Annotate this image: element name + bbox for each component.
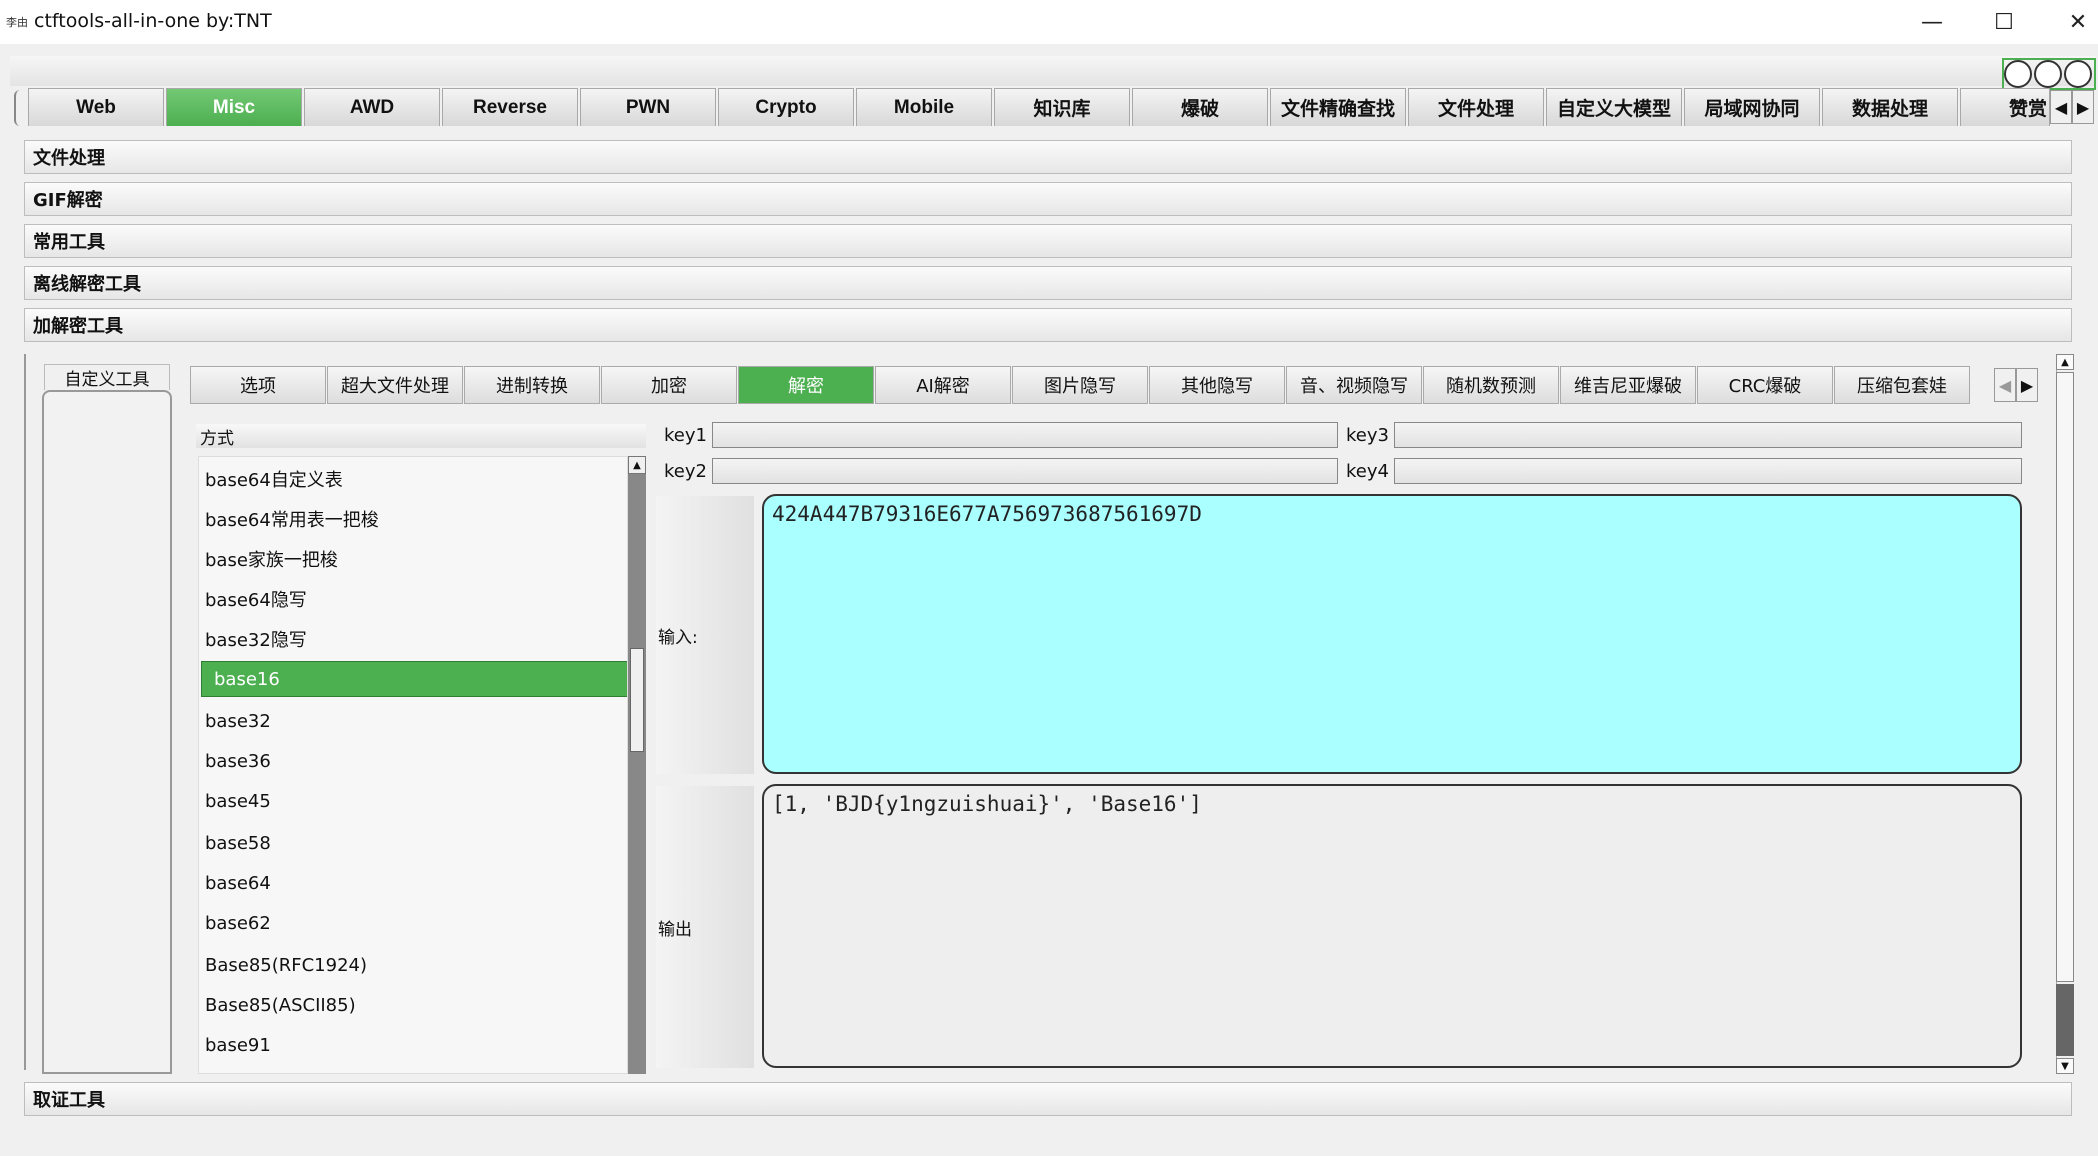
list-item[interactable]: base62 — [205, 905, 625, 941]
tab-donate[interactable]: 赞赏 — [1960, 88, 2050, 126]
key1-label: key1 — [664, 424, 707, 446]
circle-button-1[interactable] — [2004, 60, 2032, 88]
list-item[interactable]: base58 — [205, 825, 625, 861]
list-item[interactable]: base64隐写 — [205, 581, 625, 617]
side-tab-custom-tools[interactable]: 自定义工具 — [44, 364, 170, 390]
toolbar-strip — [10, 56, 2096, 86]
subtab-encrypt[interactable]: 加密 — [601, 366, 737, 404]
panel-scroll-up-icon[interactable]: ▲ — [2056, 354, 2074, 370]
tab-data-process[interactable]: 数据处理 — [1822, 88, 1958, 126]
key4-label: key4 — [1346, 460, 1389, 482]
subtab-av-stego[interactable]: 音、视频隐写 — [1286, 366, 1422, 404]
section-gif-decrypt[interactable]: GIF解密 — [24, 182, 2072, 216]
subtab-scroll-right-icon[interactable]: ▶ — [2016, 368, 2038, 402]
section-offline-decrypt[interactable]: 离线解密工具 — [24, 266, 2072, 300]
subtab-random-predict[interactable]: 随机数预测 — [1423, 366, 1559, 404]
key3-label: key3 — [1346, 424, 1389, 446]
maximize-icon[interactable]: ☐ — [1976, 6, 2032, 38]
subtab-decrypt[interactable]: 解密 — [738, 366, 874, 404]
method-list-scroll-thumb[interactable] — [630, 648, 644, 752]
panel-scroll-thumb[interactable] — [2056, 372, 2074, 982]
subtab-other-stego[interactable]: 其他隐写 — [1149, 366, 1285, 404]
key3-input[interactable] — [1394, 422, 2022, 448]
tab-lan-collab[interactable]: 局域网协同 — [1684, 88, 1820, 126]
output-textarea[interactable]: [1, 'BJD{y1ngzuishuai}', 'Base16'] — [762, 784, 2022, 1068]
list-item[interactable]: base32 — [205, 703, 625, 739]
list-item[interactable]: Base85(ASCII85) — [205, 987, 625, 1023]
subtab-ai-decrypt[interactable]: AI解密 — [875, 366, 1011, 404]
key2-label: key2 — [664, 460, 707, 482]
tab-reverse[interactable]: Reverse — [442, 88, 578, 126]
tab-knowledge[interactable]: 知识库 — [994, 88, 1130, 126]
close-icon[interactable]: ✕ — [2050, 6, 2098, 38]
tab-web[interactable]: Web — [28, 88, 164, 126]
list-item[interactable]: base36 — [205, 743, 625, 779]
list-item-selected[interactable]: base16 — [201, 661, 627, 697]
tab-misc[interactable]: Misc — [166, 88, 302, 126]
subtab-base-convert[interactable]: 进制转换 — [464, 366, 600, 404]
list-item[interactable]: base45 — [205, 783, 625, 819]
list-item[interactable]: base家族一把梭 — [205, 541, 625, 577]
subtab-crc-brute[interactable]: CRC爆破 — [1697, 366, 1833, 404]
subtab-vigenere[interactable]: 维吉尼亚爆破 — [1560, 366, 1696, 404]
list-item[interactable]: base64 — [205, 865, 625, 901]
list-item[interactable]: base32隐写 — [205, 621, 625, 657]
app-icon: 李由 — [6, 16, 28, 29]
method-list-scrollbar[interactable] — [628, 456, 646, 1074]
list-item[interactable]: base64常用表一把梭 — [205, 501, 625, 537]
panel-scroll-track[interactable] — [2056, 984, 2074, 1056]
section-file-process[interactable]: 文件处理 — [24, 140, 2072, 174]
title-bar: 李由 ctftools-all-in-one by:TNT — ☐ ✕ — [0, 0, 2098, 44]
input-label: 输入: — [656, 496, 754, 774]
subtab-scroll-left-icon[interactable]: ◀ — [1994, 368, 2016, 402]
tab-file-search[interactable]: 文件精确查找 — [1270, 88, 1406, 126]
key1-input[interactable] — [712, 422, 1338, 448]
input-textarea[interactable]: 424A447B79316E677A756973687561697D — [762, 494, 2022, 774]
circle-buttons — [2004, 60, 2094, 88]
minimize-icon[interactable]: — — [1904, 6, 1960, 38]
section-crypto-tools[interactable]: 加解密工具 — [24, 308, 2072, 342]
tab-scroll-right-icon[interactable]: ▶ — [2072, 90, 2094, 124]
tab-bruteforce[interactable]: 爆破 — [1132, 88, 1268, 126]
tab-custom-llm[interactable]: 自定义大模型 — [1546, 88, 1682, 126]
tab-mobile[interactable]: Mobile — [856, 88, 992, 126]
method-list[interactable]: base64自定义表 base64常用表一把梭 base家族一把梭 base64… — [198, 456, 628, 1074]
scroll-up-icon[interactable]: ▲ — [628, 456, 646, 474]
key2-input[interactable] — [712, 458, 1338, 484]
method-header: 方式 — [196, 424, 646, 449]
list-item[interactable]: base64自定义表 — [205, 461, 625, 497]
tab-crypto[interactable]: Crypto — [718, 88, 854, 126]
section-common-tools[interactable]: 常用工具 — [24, 224, 2072, 258]
panel-scroll-down-icon[interactable]: ▼ — [2056, 1058, 2074, 1074]
circle-button-2[interactable] — [2034, 60, 2062, 88]
tab-file-process[interactable]: 文件处理 — [1408, 88, 1544, 126]
tab-pwn[interactable]: PWN — [580, 88, 716, 126]
key4-input[interactable] — [1394, 458, 2022, 484]
main-tab-bar: Web Misc AWD Reverse PWN Crypto Mobile 知… — [14, 88, 2050, 126]
subtab-image-stego[interactable]: 图片隐写 — [1012, 366, 1148, 404]
list-item[interactable]: Base85(RFC1924) — [205, 947, 625, 983]
window-title: ctftools-all-in-one by:TNT — [34, 10, 272, 32]
subtab-zip-nest[interactable]: 压缩包套娃 — [1834, 366, 1970, 404]
output-label: 输出 — [656, 786, 754, 1068]
section-forensics[interactable]: 取证工具 — [24, 1082, 2072, 1116]
side-tab-content — [42, 390, 172, 1074]
tab-scroll-left-icon[interactable]: ◀ — [2050, 90, 2072, 124]
tab-awd[interactable]: AWD — [304, 88, 440, 126]
subtab-large-file[interactable]: 超大文件处理 — [327, 366, 463, 404]
circle-button-3[interactable] — [2064, 60, 2092, 88]
list-item[interactable]: base91 — [205, 1027, 625, 1063]
subtab-options[interactable]: 选项 — [190, 366, 326, 404]
